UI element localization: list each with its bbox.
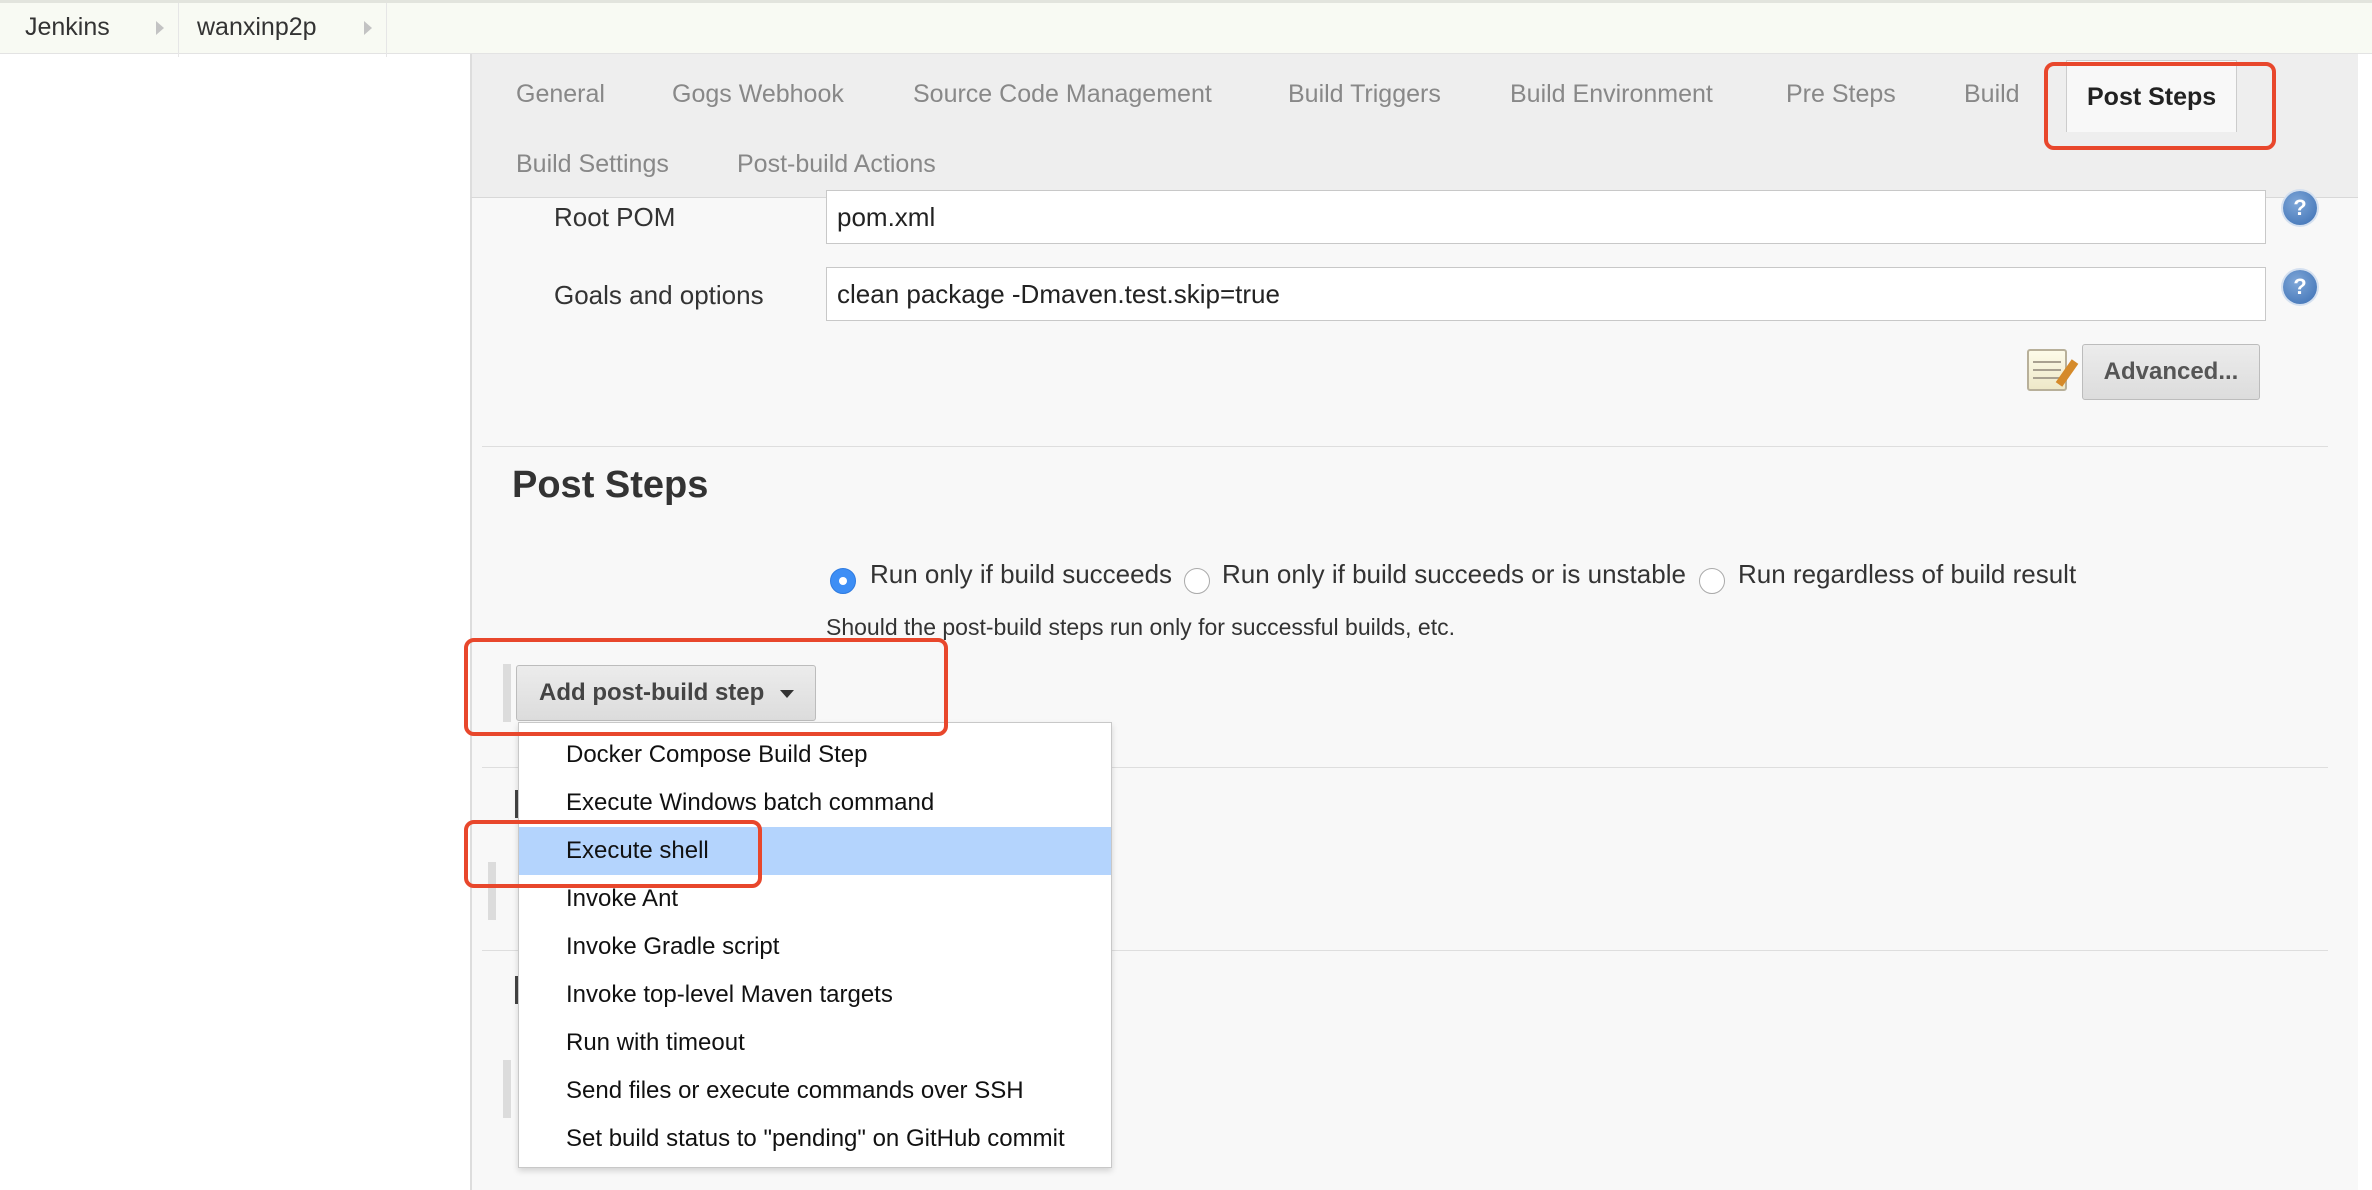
drag-handle xyxy=(503,1060,511,1118)
goals-input[interactable] xyxy=(826,267,2266,321)
menu-item-send-files-over-ssh[interactable]: Send files or execute commands over SSH xyxy=(519,1067,1111,1115)
radio-label: Run only if build succeeds xyxy=(870,559,1173,589)
radio-run-if-succeeds-or-unstable[interactable] xyxy=(1184,568,1210,594)
post-steps-title: Post Steps xyxy=(512,464,709,506)
menu-item-run-with-timeout[interactable]: Run with timeout xyxy=(519,1019,1111,1067)
radio-label: Run regardless of build result xyxy=(1738,559,2077,589)
tab-source-code-management[interactable]: Source Code Management xyxy=(913,80,1212,109)
breadcrumb-arrow-icon[interactable] xyxy=(364,21,372,35)
breadcrumb-item-jenkins[interactable]: Jenkins xyxy=(25,13,110,42)
radio-run-if-succeeds[interactable] xyxy=(830,568,856,594)
menu-item-invoke-top-level-maven-targets[interactable]: Invoke top-level Maven targets xyxy=(519,971,1111,1019)
advanced-button[interactable]: Advanced... xyxy=(2082,344,2260,400)
radio-run-regardless[interactable] xyxy=(1699,568,1725,594)
tab-build-triggers[interactable]: Build Triggers xyxy=(1288,80,1441,109)
annotation-box-add-step xyxy=(464,638,948,736)
breadcrumb-divider xyxy=(178,3,179,57)
menu-item-invoke-gradle-script[interactable]: Invoke Gradle script xyxy=(519,923,1111,971)
breadcrumb: Jenkins wanxinp2p xyxy=(0,0,2372,57)
breadcrumb-item-wanxinp2p[interactable]: wanxinp2p xyxy=(197,13,317,42)
breadcrumb-arrow-icon[interactable] xyxy=(156,21,164,35)
root-pom-input[interactable] xyxy=(826,190,2266,244)
tab-build-settings[interactable]: Build Settings xyxy=(516,150,669,179)
section-divider xyxy=(482,446,2328,447)
help-icon[interactable]: ? xyxy=(2283,270,2317,304)
tab-build[interactable]: Build xyxy=(1964,80,2020,109)
root-pom-label: Root POM xyxy=(554,202,676,232)
menu-item-docker-compose-build-step[interactable]: Docker Compose Build Step xyxy=(519,731,1111,779)
tab-general[interactable]: General xyxy=(516,80,605,109)
breadcrumb-divider xyxy=(386,3,387,57)
tab-gogs-webhook[interactable]: Gogs Webhook xyxy=(672,80,844,109)
help-icon[interactable]: ? xyxy=(2283,191,2317,225)
notepad-icon[interactable] xyxy=(2027,349,2067,391)
tab-pre-steps[interactable]: Pre Steps xyxy=(1786,80,1896,109)
goals-label: Goals and options xyxy=(554,280,764,310)
tab-build-environment[interactable]: Build Environment xyxy=(1510,80,1713,109)
annotation-box-execute-shell xyxy=(464,820,762,888)
post-build-step-menu: Docker Compose Build Step Execute Window… xyxy=(518,722,1112,1168)
post-steps-hint: Should the post-build steps run only for… xyxy=(826,614,1456,640)
radio-label: Run only if build succeeds or is unstabl… xyxy=(1222,559,1686,589)
tab-post-build-actions[interactable]: Post-build Actions xyxy=(737,150,936,179)
menu-item-set-build-status-pending[interactable]: Set build status to "pending" on GitHub … xyxy=(519,1115,1111,1163)
annotation-box-post-steps-tab xyxy=(2044,62,2276,150)
